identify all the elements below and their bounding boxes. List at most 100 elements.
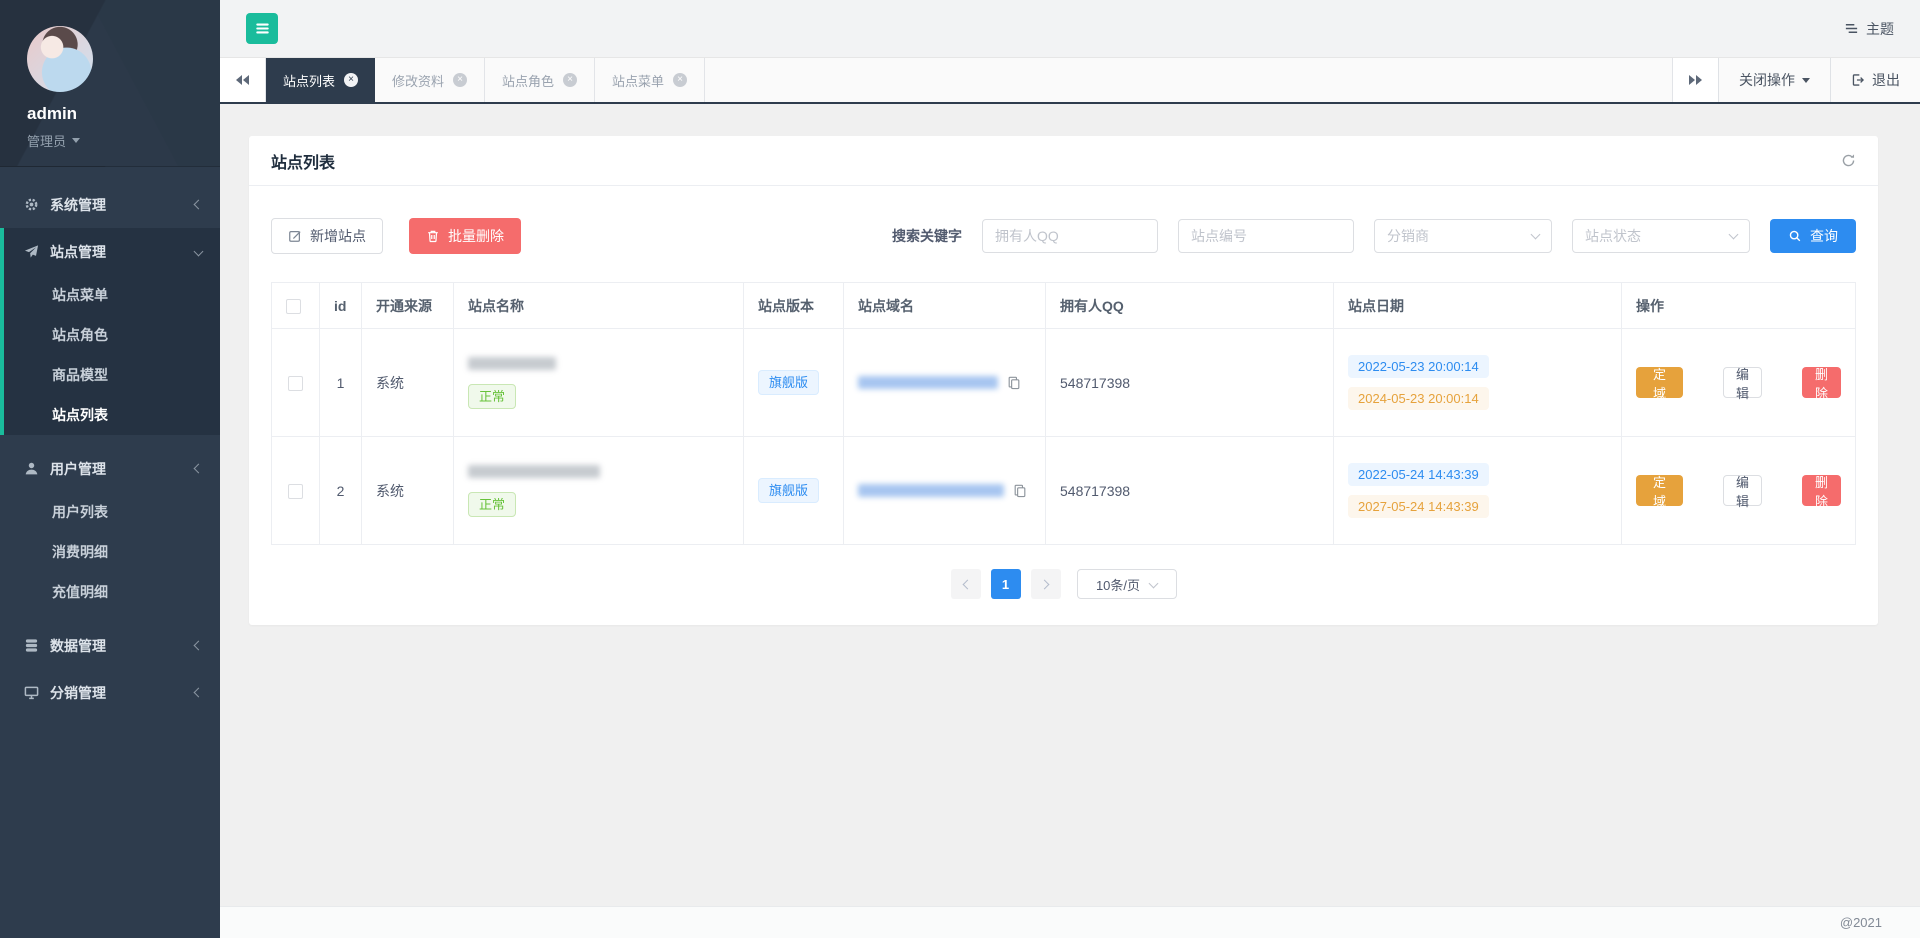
row-checkbox[interactable] <box>288 376 303 391</box>
query-label: 查询 <box>1810 226 1838 246</box>
sidebar-item-user-list[interactable]: 用户列表 <box>0 492 220 532</box>
cell-id: 2 <box>320 437 362 545</box>
add-site-button[interactable]: 新增站点 <box>271 218 383 254</box>
sidebar-item-label: 数据管理 <box>50 636 106 656</box>
bind-domain-button[interactable]: 绑定域名 <box>1636 367 1683 398</box>
edit-icon <box>288 229 302 243</box>
theme-switcher[interactable]: 主题 <box>1844 19 1894 39</box>
col-site-name: 站点名称 <box>454 283 744 329</box>
edit-button[interactable]: 编辑 <box>1723 367 1762 398</box>
tabs-scroll-right-button[interactable] <box>1672 58 1718 102</box>
col-domain: 站点域名 <box>844 283 1046 329</box>
bind-domain-button[interactable]: 绑定域名 <box>1636 475 1683 506</box>
database-icon <box>23 638 39 654</box>
end-date-badge: 2027-05-24 14:43:39 <box>1348 495 1489 518</box>
delete-button[interactable]: 删除 <box>1802 475 1841 506</box>
close-icon[interactable]: × <box>563 73 577 87</box>
tab-label: 站点角色 <box>502 71 554 90</box>
cell-source: 系统 <box>362 329 454 437</box>
tab-label: 站点菜单 <box>612 71 664 90</box>
sidebar-item-user-management[interactable]: 用户管理 <box>0 445 220 492</box>
page-size-value: 10条/页 <box>1096 575 1140 594</box>
tab-site-role[interactable]: 站点角色 × <box>485 58 595 102</box>
sidebar: admin 管理员 系统管理 站点管理 <box>0 0 220 938</box>
sidebar-item-site-menu[interactable]: 站点菜单 <box>4 275 220 315</box>
copy-icon[interactable] <box>1013 484 1027 498</box>
row-checkbox[interactable] <box>288 484 303 499</box>
paper-plane-icon <box>23 244 39 260</box>
cell-owner-qq: 548717398 <box>1046 437 1334 545</box>
distributor-select[interactable]: 分销商 <box>1374 219 1552 253</box>
site-status-placeholder: 站点状态 <box>1585 226 1641 246</box>
search-bar: 搜索关键字 分销商 站点状态 <box>892 219 1856 253</box>
distributor-placeholder: 分销商 <box>1387 226 1429 246</box>
current-page[interactable]: 1 <box>991 569 1021 599</box>
tabs-scroll-left-button[interactable] <box>220 58 266 102</box>
close-icon[interactable]: × <box>344 73 358 87</box>
version-badge: 旗舰版 <box>758 370 819 395</box>
col-source: 开通来源 <box>362 283 454 329</box>
tab-site-list[interactable]: 站点列表 × <box>266 58 375 102</box>
batch-delete-button[interactable]: 批量删除 <box>409 218 521 254</box>
sidebar-item-site-role[interactable]: 站点角色 <box>4 315 220 355</box>
logout-button[interactable]: 退出 <box>1830 58 1920 102</box>
col-actions: 操作 <box>1622 283 1856 329</box>
sidebar-item-distribution-management[interactable]: 分销管理 <box>0 669 220 716</box>
refresh-button[interactable] <box>1841 153 1856 168</box>
delete-button[interactable]: 删除 <box>1802 367 1841 398</box>
prev-page-button[interactable] <box>951 569 981 599</box>
page-size-select[interactable]: 10条/页 <box>1077 569 1177 599</box>
sidebar-item-product-model[interactable]: 商品模型 <box>4 355 220 395</box>
sidebar-item-system-management[interactable]: 系统管理 <box>0 181 220 228</box>
sidebar-item-site-management[interactable]: 站点管理 <box>4 228 220 275</box>
chevron-down-icon <box>1729 230 1739 240</box>
table-row: 2 系统 正常 旗舰版 <box>272 437 1856 545</box>
gear-icon <box>23 197 39 213</box>
sidebar-item-recharge-detail[interactable]: 充值明细 <box>0 572 220 612</box>
close-operations-label: 关闭操作 <box>1739 70 1795 90</box>
blurred-site-name <box>468 357 556 370</box>
content-area: 站点列表 新增站点 <box>220 104 1920 906</box>
profile-section: admin 管理员 <box>0 0 220 167</box>
username: admin <box>27 104 220 124</box>
search-icon <box>1788 229 1802 243</box>
close-operations-dropdown[interactable]: 关闭操作 <box>1718 58 1830 102</box>
role-dropdown[interactable]: 管理员 <box>27 131 220 150</box>
copy-icon[interactable] <box>1007 376 1021 390</box>
site-number-input[interactable] <box>1178 219 1354 253</box>
double-arrow-left-icon <box>236 75 249 85</box>
start-date-badge: 2022-05-24 14:43:39 <box>1348 463 1489 486</box>
sidebar-menu: 系统管理 站点管理 站点菜单 站点角色 商品模型 站点列表 <box>0 167 220 716</box>
role-label: 管理员 <box>27 131 66 150</box>
close-icon[interactable]: × <box>453 73 467 87</box>
col-date: 站点日期 <box>1334 283 1622 329</box>
logout-icon <box>1851 73 1865 87</box>
chevron-right-icon <box>1039 579 1049 589</box>
panel-header: 站点列表 <box>249 136 1878 186</box>
query-button[interactable]: 查询 <box>1770 219 1856 253</box>
sidebar-item-consume-detail[interactable]: 消费明细 <box>0 532 220 572</box>
batch-delete-label: 批量删除 <box>448 226 504 246</box>
sidebar-submenu-site: 站点菜单 站点角色 商品模型 站点列表 <box>4 275 220 435</box>
select-all-checkbox[interactable] <box>286 299 301 314</box>
tab-edit-profile[interactable]: 修改资料 × <box>375 58 485 102</box>
owner-qq-input[interactable] <box>982 219 1158 253</box>
tab-site-menu[interactable]: 站点菜单 × <box>595 58 705 102</box>
status-badge: 正常 <box>468 492 516 517</box>
sidebar-toggle-button[interactable] <box>246 13 278 44</box>
edit-button[interactable]: 编辑 <box>1723 475 1762 506</box>
user-icon <box>23 461 39 477</box>
chevron-left-icon <box>194 464 204 474</box>
blurred-domain-link[interactable] <box>858 484 1004 497</box>
sidebar-item-site-list[interactable]: 站点列表 <box>4 395 220 435</box>
blurred-domain-link[interactable] <box>858 376 998 389</box>
close-icon[interactable]: × <box>673 73 687 87</box>
next-page-button[interactable] <box>1031 569 1061 599</box>
table-header-row: id 开通来源 站点名称 站点版本 站点域名 拥有人QQ 站点日期 操作 <box>272 283 1856 329</box>
footer: @2021 <box>220 906 1920 938</box>
search-keyword-label: 搜索关键字 <box>892 226 962 246</box>
sidebar-item-data-management[interactable]: 数据管理 <box>0 622 220 669</box>
blurred-site-name <box>468 465 600 478</box>
site-list-panel: 站点列表 新增站点 <box>249 136 1878 625</box>
site-status-select[interactable]: 站点状态 <box>1572 219 1750 253</box>
